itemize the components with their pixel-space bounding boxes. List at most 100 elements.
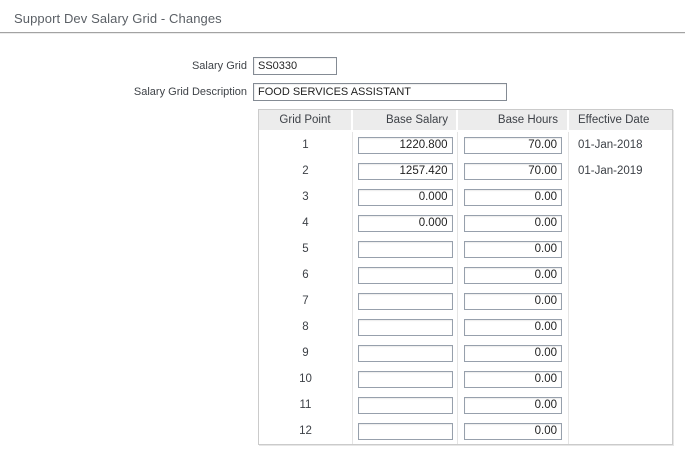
base-hours-input[interactable]: [464, 293, 562, 310]
effective-date-cell: [569, 392, 672, 418]
salary-grid-form: Salary Grid Salary Grid Description: [0, 57, 685, 101]
grid-point-cell: 3: [259, 184, 353, 210]
table-row: 9: [259, 340, 672, 366]
table-row: 8: [259, 314, 672, 340]
base-salary-input[interactable]: [358, 267, 453, 284]
grid-point-cell: 7: [259, 288, 353, 314]
base-salary-cell: [353, 392, 458, 418]
base-hours-input[interactable]: [464, 215, 562, 232]
base-salary-input[interactable]: [358, 163, 453, 180]
base-salary-cell: [353, 158, 458, 184]
effective-date-cell: [569, 288, 672, 314]
salary-grid-description-label: Salary Grid Description: [0, 86, 253, 98]
base-salary-input[interactable]: [358, 345, 453, 362]
grid-point-cell: 2: [259, 158, 353, 184]
salary-grid-input[interactable]: [253, 57, 337, 75]
base-hours-input[interactable]: [464, 319, 562, 336]
grid-point-cell: 6: [259, 262, 353, 288]
base-hours-input[interactable]: [464, 267, 562, 284]
table-row: 1 01-Jan-2018: [259, 132, 672, 158]
grid-point-cell: 4: [259, 210, 353, 236]
table-header-row: Grid Point Base Salary Base Hours Effect…: [259, 110, 672, 132]
grid-point-cell: 8: [259, 314, 353, 340]
base-salary-input[interactable]: [358, 397, 453, 414]
base-salary-header: Base Salary: [353, 110, 458, 132]
table-row: 12: [259, 418, 672, 444]
effective-date-cell: [569, 210, 672, 236]
base-salary-input[interactable]: [358, 293, 453, 310]
base-salary-cell: [353, 340, 458, 366]
grid-point-cell: 1: [259, 132, 353, 158]
base-salary-cell: [353, 418, 458, 444]
base-hours-cell: [458, 418, 569, 444]
effective-date-cell: [569, 314, 672, 340]
effective-date-cell: [569, 418, 672, 444]
base-hours-cell: [458, 158, 569, 184]
base-salary-cell: [353, 236, 458, 262]
base-salary-input[interactable]: [358, 371, 453, 388]
base-salary-cell: [353, 210, 458, 236]
base-hours-input[interactable]: [464, 241, 562, 258]
base-salary-input[interactable]: [358, 319, 453, 336]
salary-grid-description-row: Salary Grid Description: [0, 83, 685, 101]
effective-date-cell: 01-Jan-2018: [569, 132, 672, 158]
base-salary-cell: [353, 132, 458, 158]
salary-grid-description-input[interactable]: [253, 83, 507, 101]
effective-date-cell: 01-Jan-2019: [569, 158, 672, 184]
page-title: Support Dev Salary Grid - Changes: [14, 11, 222, 26]
base-hours-cell: [458, 236, 569, 262]
title-divider: [0, 32, 685, 34]
base-salary-cell: [353, 288, 458, 314]
grid-point-header: Grid Point: [259, 110, 353, 132]
table-row: 4: [259, 210, 672, 236]
grid-point-cell: 9: [259, 340, 353, 366]
base-hours-input[interactable]: [464, 371, 562, 388]
base-salary-input[interactable]: [358, 189, 453, 206]
effective-date-cell: [569, 262, 672, 288]
base-hours-input[interactable]: [464, 163, 562, 180]
base-salary-input[interactable]: [358, 423, 453, 440]
table-row: 2 01-Jan-2019: [259, 158, 672, 184]
base-hours-input[interactable]: [464, 137, 562, 154]
base-hours-cell: [458, 392, 569, 418]
title-bar: Support Dev Salary Grid - Changes: [0, 0, 685, 32]
base-hours-cell: [458, 184, 569, 210]
base-hours-input[interactable]: [464, 397, 562, 414]
base-hours-input[interactable]: [464, 423, 562, 440]
base-salary-cell: [353, 314, 458, 340]
grid-point-cell: 11: [259, 392, 353, 418]
salary-grid-table: Grid Point Base Salary Base Hours Effect…: [258, 109, 673, 445]
table-row: 3: [259, 184, 672, 210]
table-row: 5: [259, 236, 672, 262]
effective-date-cell: [569, 366, 672, 392]
salary-grid-label: Salary Grid: [0, 60, 253, 72]
base-hours-cell: [458, 132, 569, 158]
table-row: 10: [259, 366, 672, 392]
base-salary-cell: [353, 184, 458, 210]
salary-grid-row: Salary Grid: [0, 57, 685, 75]
base-hours-cell: [458, 366, 569, 392]
base-hours-cell: [458, 288, 569, 314]
table-row: 7: [259, 288, 672, 314]
effective-date-cell: [569, 340, 672, 366]
grid-point-cell: 5: [259, 236, 353, 262]
base-hours-cell: [458, 262, 569, 288]
grid-point-cell: 10: [259, 366, 353, 392]
base-hours-input[interactable]: [464, 189, 562, 206]
base-salary-input[interactable]: [358, 137, 453, 154]
effective-date-cell: [569, 236, 672, 262]
salary-grid-table-container: Grid Point Base Salary Base Hours Effect…: [258, 109, 685, 445]
effective-date-header: Effective Date: [569, 110, 672, 132]
base-salary-cell: [353, 366, 458, 392]
base-hours-cell: [458, 210, 569, 236]
grid-point-cell: 12: [259, 418, 353, 444]
base-salary-input[interactable]: [358, 215, 453, 232]
base-hours-cell: [458, 314, 569, 340]
base-hours-cell: [458, 340, 569, 366]
table-row: 11: [259, 392, 672, 418]
table-row: 6: [259, 262, 672, 288]
base-salary-cell: [353, 262, 458, 288]
effective-date-cell: [569, 184, 672, 210]
base-hours-input[interactable]: [464, 345, 562, 362]
base-salary-input[interactable]: [358, 241, 453, 258]
